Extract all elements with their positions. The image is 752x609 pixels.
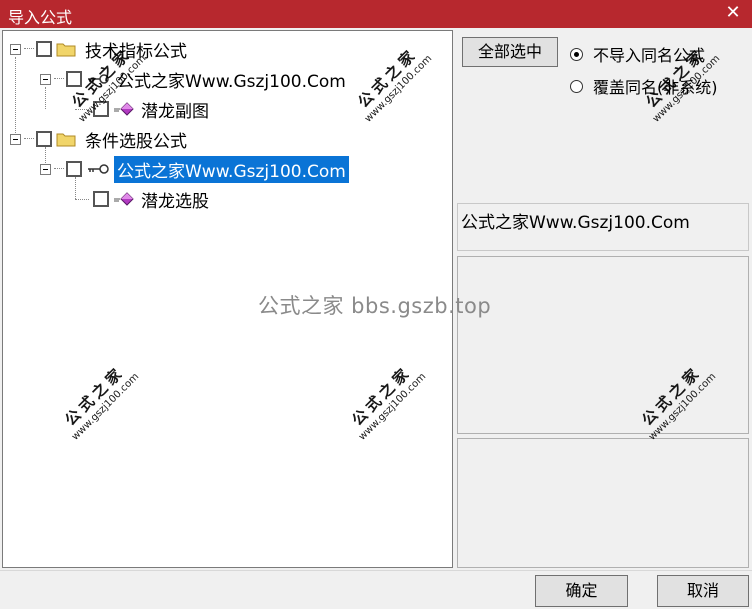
ok-button[interactable]: 确定 bbox=[535, 575, 628, 607]
tree-node-indicator-formulas[interactable]: 技术指标公式 bbox=[10, 36, 190, 62]
gem-icon bbox=[114, 192, 134, 206]
gem-icon bbox=[114, 102, 134, 116]
checkbox[interactable] bbox=[93, 191, 109, 207]
tree-node-stock-selection-formulas[interactable]: 条件选股公式 bbox=[10, 126, 190, 152]
checkbox[interactable] bbox=[36, 131, 52, 147]
folder-icon bbox=[56, 133, 76, 147]
select-all-button[interactable]: 全部选中 bbox=[462, 37, 558, 67]
tree-node-label: 公式之家Www.Gszj100.Com bbox=[117, 71, 346, 92]
radio-button[interactable] bbox=[570, 47, 583, 61]
tree-node-qianlong-selection[interactable]: 潜龙选股 bbox=[93, 186, 212, 212]
collapse-icon[interactable] bbox=[10, 133, 21, 145]
divider bbox=[0, 570, 752, 571]
tree-node-key-formula-2[interactable]: 公式之家Www.Gszj100.Com bbox=[40, 155, 349, 183]
collapse-icon[interactable] bbox=[10, 43, 21, 55]
detail-pane bbox=[457, 438, 749, 568]
title-bar: 导入公式 ✕ bbox=[0, 0, 752, 28]
tree-node-label: 条件选股公式 bbox=[85, 131, 187, 152]
cancel-button[interactable]: 取消 bbox=[657, 575, 749, 607]
key-icon bbox=[88, 164, 109, 174]
window-title: 导入公式 bbox=[8, 8, 73, 27]
tree-node-label: 潜龙副图 bbox=[141, 101, 209, 122]
collapse-icon[interactable] bbox=[40, 163, 51, 175]
radio-button[interactable] bbox=[570, 79, 583, 93]
collapse-icon[interactable] bbox=[40, 73, 51, 85]
folder-icon bbox=[56, 43, 76, 57]
checkbox[interactable] bbox=[36, 41, 52, 57]
tree-node-label: 潜龙选股 bbox=[141, 191, 209, 212]
close-icon[interactable]: ✕ bbox=[724, 2, 742, 24]
tree-node-label-selected: 公式之家Www.Gszj100.Com bbox=[114, 155, 349, 183]
center-watermark: 公式之家 bbs.gszb.top bbox=[258, 294, 492, 318]
description-pane bbox=[457, 256, 749, 434]
tree-node-qianlong-subchart[interactable]: 潜龙副图 bbox=[93, 96, 212, 122]
formula-info-text: 公式之家Www.Gszj100.Com bbox=[457, 203, 749, 251]
checkbox[interactable] bbox=[66, 161, 82, 177]
